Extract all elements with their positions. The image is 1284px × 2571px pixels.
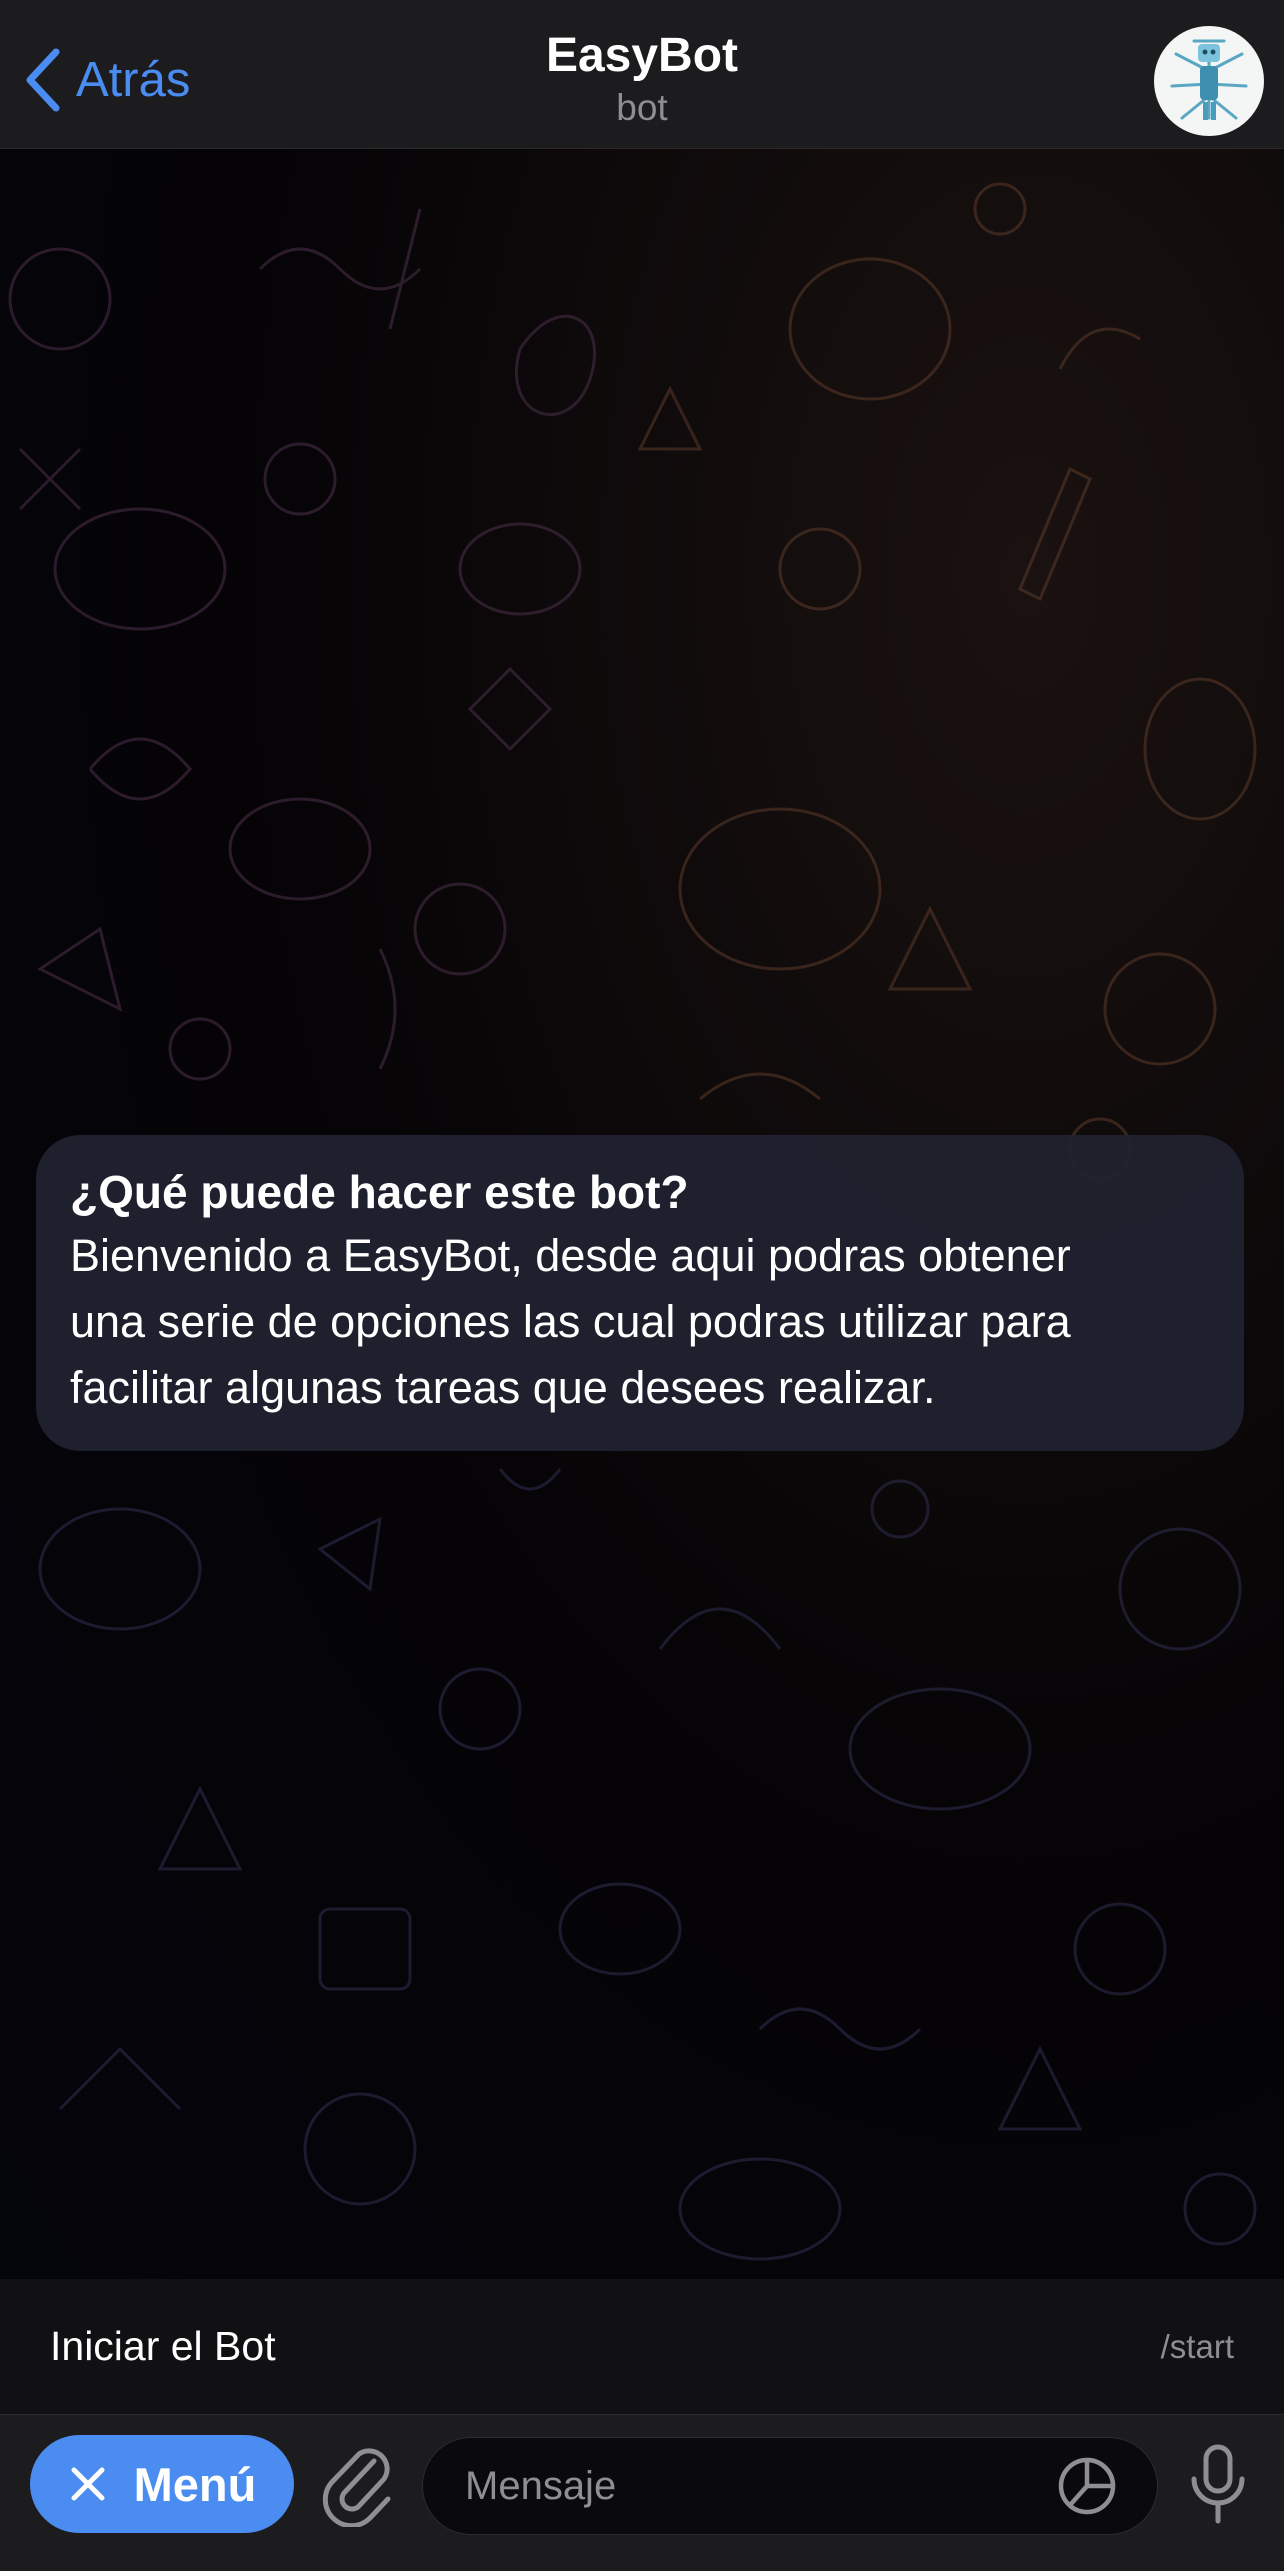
command-suggestion-row[interactable]: Iniciar el Bot /start	[0, 2279, 1284, 2414]
message-input-bar: Menú	[0, 2414, 1284, 2571]
chat-title: EasyBot	[545, 29, 739, 82]
menu-button[interactable]: Menú	[30, 2435, 294, 2533]
command-label: Iniciar el Bot	[50, 2323, 276, 2369]
chat-area[interactable]: ¿Qué puede hacer este bot? Bienvenido a …	[0, 149, 1284, 2279]
close-icon	[71, 2467, 105, 2501]
bot-avatar[interactable]	[1154, 26, 1264, 136]
bubble-title: ¿Qué puede hacer este bot?	[70, 1166, 689, 1218]
command-value: /start	[1160, 2327, 1234, 2365]
chat-subtitle: bot	[616, 87, 668, 128]
message-input[interactable]	[463, 2462, 1057, 2510]
paperclip-icon[interactable]	[322, 2441, 396, 2527]
bubble-line: Bienvenido a EasyBot, desde aqui podras …	[70, 1230, 1071, 1281]
message-field[interactable]	[422, 2437, 1158, 2535]
sticker-icon[interactable]	[1057, 2456, 1117, 2516]
microphone-icon[interactable]	[1186, 2441, 1250, 2527]
menu-label: Menú	[133, 2457, 257, 2511]
bubble-line: facilitar algunas tareas que desees real…	[70, 1362, 936, 1413]
bubble-line: una serie de opciones las cual podras ut…	[70, 1296, 1071, 1347]
chat-title-area[interactable]: EasyBot bot	[0, 26, 1284, 130]
chat-header: Atrás EasyBot bot	[0, 0, 1284, 149]
robot-avatar-image	[1170, 39, 1248, 120]
bot-description-bubble: ¿Qué puede hacer este bot? Bienvenido a …	[36, 1135, 1244, 1451]
